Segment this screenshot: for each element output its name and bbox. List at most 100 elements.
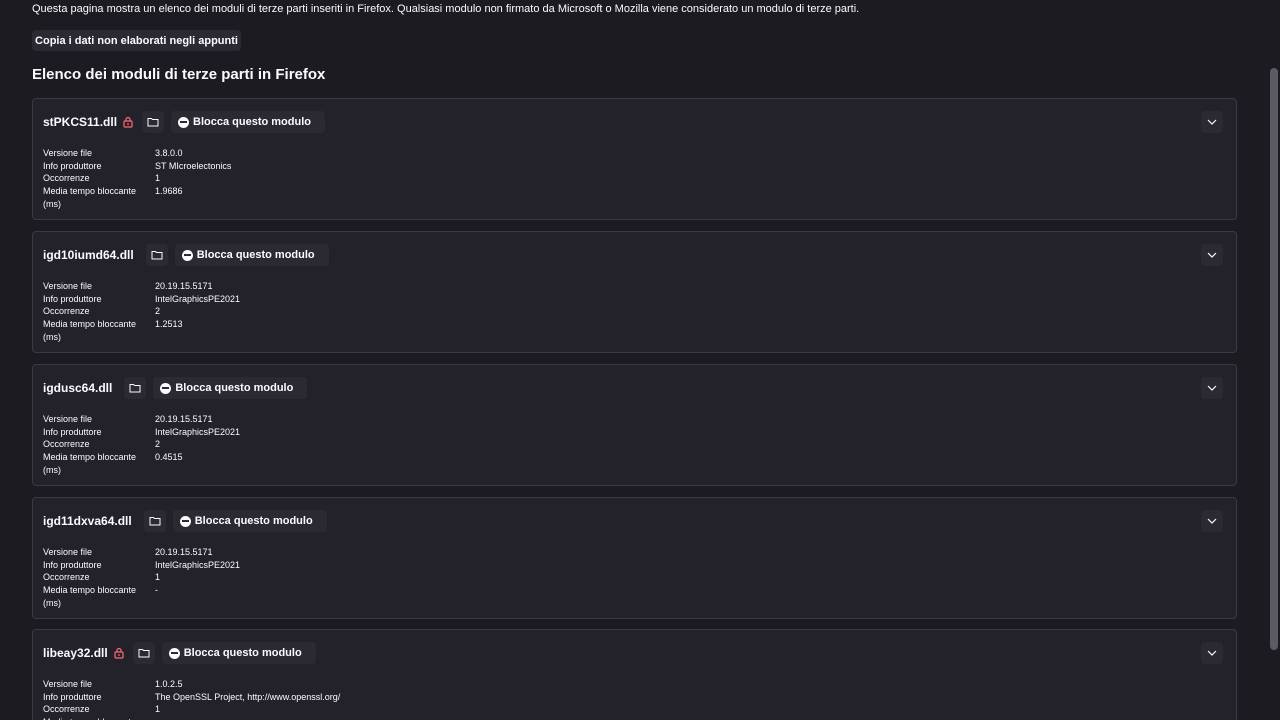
lock-icon — [122, 115, 134, 129]
module-card: igd10iumd64.dll Blocca questo modulo Ver… — [32, 231, 1237, 353]
about-third-party-page: Questa pagina mostra un elenco dei modul… — [0, 0, 1280, 720]
blocking-time-unit: (ms) — [43, 597, 61, 608]
block-icon — [179, 515, 191, 527]
block-module-label: Blocca questo modulo — [183, 647, 302, 659]
vendor-value: The OpenSSL Project, http://www.openssl.… — [155, 691, 341, 702]
folder-icon — [147, 118, 159, 127]
block-icon — [160, 382, 172, 394]
folder-icon — [149, 517, 161, 526]
section-title: Elenco dei moduli di terze parti in Fire… — [32, 66, 326, 83]
vendor-value: ST MIcroelectonics — [155, 160, 232, 171]
occurrences-value: 1 — [155, 704, 161, 715]
open-folder-button[interactable] — [142, 111, 165, 133]
module-name: igd11dxva64.dll — [43, 514, 132, 528]
blocking-time-value: - — [155, 585, 158, 596]
module-name: igd10iumd64.dll — [43, 248, 134, 262]
chevron-down-icon — [1207, 119, 1217, 125]
module-card: libeay32.dll Blocca questo modulo Versio… — [32, 629, 1237, 720]
block-icon — [168, 647, 180, 659]
version-value: 1.0.2.5 — [155, 679, 183, 689]
vendor-label: Info produttore — [43, 293, 102, 304]
block-module-label: Blocca questo modulo — [175, 382, 294, 394]
blocking-time-unit: (ms) — [43, 331, 61, 342]
blocking-time-label: Media tempo bloccante — [43, 186, 137, 197]
module-name: stPKCS11.dll — [43, 115, 118, 129]
expand-button[interactable] — [1201, 111, 1223, 133]
scrollbar-thumb[interactable] — [1270, 68, 1278, 650]
module-details: Versione file 20.19.15.5171 Info produtto… — [43, 280, 240, 344]
chevron-down-icon — [1207, 518, 1217, 524]
open-folder-button[interactable] — [124, 377, 147, 399]
vertical-scrollbar[interactable] — [1268, 0, 1280, 720]
block-module-label: Blocca questo modulo — [193, 116, 311, 128]
blocking-time-label: Media tempo bloccante — [43, 585, 137, 596]
intro-text: Questa pagina mostra un elenco dei modul… — [32, 3, 860, 15]
block-module-label: Blocca questo modulo — [194, 515, 313, 527]
chevron-down-icon — [1207, 385, 1217, 391]
open-folder-button[interactable] — [143, 510, 166, 532]
blocking-time-value: 1.2513 — [155, 319, 183, 330]
occurrences-label: Occorrenze — [43, 306, 90, 317]
version-value: 20.19.15.5171 — [155, 414, 213, 424]
vendor-value: IntelGraphicsPE2021 — [155, 559, 241, 570]
folder-icon — [129, 384, 141, 393]
occurrences-label: Occorrenze — [43, 704, 90, 715]
module-details: Versione file 1.0.2.5 Info produttore The … — [43, 678, 340, 720]
block-module-button[interactable]: Blocca questo modulo — [171, 111, 325, 133]
open-folder-button[interactable] — [132, 642, 155, 664]
module-details: Versione file 20.19.15.5171 Info produtto… — [43, 546, 240, 610]
blocking-time-label: Media tempo bloccante — [43, 716, 155, 720]
blocking-time-value: 0.4515 — [155, 452, 183, 463]
module-details: Versione file 3.8.0.0 Info produttore ST M… — [43, 147, 231, 211]
occurrences-label: Occorrenze — [43, 173, 90, 184]
lock-icon — [113, 646, 125, 660]
folder-icon — [138, 649, 150, 658]
folder-icon — [151, 251, 163, 260]
version-label: Versione file — [43, 414, 93, 424]
module-name: igdusc64.dll — [43, 381, 113, 395]
occurrences-value: 2 — [155, 306, 161, 317]
blocking-time-unit: (ms) — [43, 198, 61, 209]
module-card-header: libeay32.dll Blocca questo modulo — [43, 642, 316, 664]
vendor-label: Info produttore — [43, 691, 102, 702]
vendor-label: Info produttore — [43, 559, 102, 570]
occurrences-label: Occorrenze — [43, 572, 90, 583]
version-label: Versione file — [43, 148, 93, 158]
copy-raw-data-button[interactable]: Copia i dati non elaborati negli appunti — [32, 30, 241, 51]
occurrences-value: 1 — [155, 173, 161, 184]
module-card-header: igdusc64.dll Blocca questo modulo — [43, 377, 308, 399]
vendor-label: Info produttore — [43, 426, 102, 437]
vendor-value: IntelGraphicsPE2021 — [155, 426, 241, 437]
module-details: Versione file 20.19.15.5171 Info produtto… — [43, 413, 240, 477]
block-module-button[interactable]: Blocca questo modulo — [153, 377, 308, 399]
occurrences-label: Occorrenze — [43, 439, 90, 450]
expand-button[interactable] — [1201, 642, 1223, 664]
expand-button[interactable] — [1201, 510, 1223, 532]
open-folder-button[interactable] — [145, 244, 168, 266]
module-card: stPKCS11.dll Blocca questo modulo Versio… — [32, 98, 1237, 220]
blocking-time-value: 1.9686 — [155, 186, 183, 197]
expand-button[interactable] — [1201, 377, 1223, 399]
module-card-header: igd10iumd64.dll Blocca questo modulo — [43, 244, 329, 266]
chevron-down-icon — [1207, 252, 1217, 258]
blocking-time-label: Media tempo bloccante — [43, 452, 137, 463]
module-card-header: igd11dxva64.dll Blocca questo modulo — [43, 510, 327, 532]
module-card: igd11dxva64.dll Blocca questo modulo Ver… — [32, 497, 1237, 619]
blocking-time-unit: (ms) — [43, 464, 61, 475]
block-module-button[interactable]: Blocca questo modulo — [161, 642, 316, 664]
chevron-down-icon — [1207, 650, 1217, 656]
expand-button[interactable] — [1201, 244, 1223, 266]
version-value: 20.19.15.5171 — [155, 281, 213, 291]
version-value: 3.8.0.0 — [155, 148, 183, 158]
block-module-label: Blocca questo modulo — [196, 249, 315, 261]
vendor-value: IntelGraphicsPE2021 — [155, 293, 241, 304]
block-icon — [178, 116, 190, 128]
module-card: igdusc64.dll Blocca questo modulo Versio… — [32, 364, 1237, 486]
occurrences-value: 2 — [155, 439, 161, 450]
version-label: Versione file — [43, 547, 93, 557]
block-module-button[interactable]: Blocca questo modulo — [172, 510, 327, 532]
version-label: Versione file — [43, 281, 93, 291]
module-name: libeay32.dll — [43, 646, 108, 660]
blocking-time-label: Media tempo bloccante — [43, 319, 137, 330]
block-module-button[interactable]: Blocca questo modulo — [174, 244, 329, 266]
